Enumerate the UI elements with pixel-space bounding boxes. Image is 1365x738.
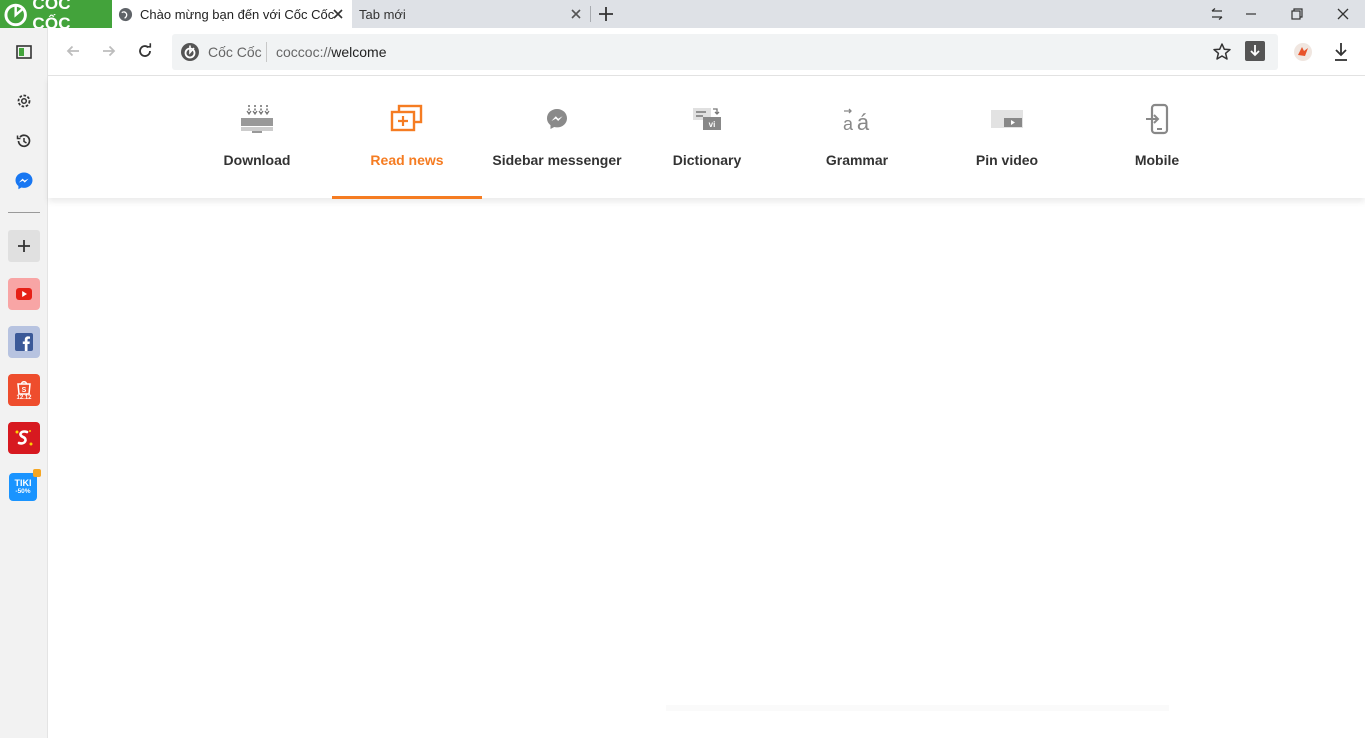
- feature-tab-sidebar-messenger[interactable]: Sidebar messenger: [482, 76, 632, 198]
- facebook-app-button[interactable]: [8, 326, 40, 358]
- sidebar-divider: [8, 212, 40, 213]
- svg-text:a: a: [843, 114, 854, 133]
- feature-tab-grammar[interactable]: a á Grammar: [782, 76, 932, 198]
- close-tab-icon[interactable]: [568, 6, 584, 22]
- shopee-badge: 12.12: [16, 394, 32, 401]
- settings-button[interactable]: [8, 85, 40, 117]
- svg-text:vi: vi: [709, 120, 716, 129]
- tab-welcome[interactable]: Chào mừng bạn đến với Cốc Cốc: [112, 0, 352, 28]
- read-news-icon: [389, 102, 425, 136]
- add-app-button[interactable]: [8, 230, 40, 262]
- browser-toolbar: Cốc Cốc coccoc://welcome: [48, 28, 1365, 76]
- tiki-label: TIKI: [14, 477, 32, 488]
- save-page-button[interactable]: [1245, 41, 1265, 61]
- gift-icon: [33, 469, 41, 477]
- downloads-icon[interactable]: [1331, 41, 1351, 63]
- feature-tab-download[interactable]: Download: [182, 76, 332, 198]
- tiki-badge: -50%: [15, 487, 31, 495]
- reload-icon: [139, 43, 152, 57]
- messenger-icon: [539, 102, 575, 136]
- globe-icon: [118, 7, 133, 21]
- feature-tab-dictionary[interactable]: vi Dictionary: [632, 76, 782, 198]
- url-text: coccoc://welcome: [276, 44, 387, 60]
- tab-separator: [590, 6, 591, 22]
- dictionary-icon: vi: [689, 102, 725, 136]
- pin-video-icon: [989, 102, 1025, 136]
- tab-title: Chào mừng bạn đến với Cốc Cốc: [140, 6, 335, 22]
- history-icon: [16, 134, 31, 148]
- close-window-button[interactable]: [1320, 0, 1365, 28]
- youtube-app-button[interactable]: [8, 278, 40, 310]
- feature-tab-pin-video[interactable]: Pin video: [932, 76, 1082, 198]
- url-path: welcome: [331, 44, 387, 60]
- messenger-icon: [15, 172, 33, 190]
- panel-icon: [16, 45, 32, 59]
- coccoc-logo-icon: [4, 3, 27, 27]
- feature-label: Download: [223, 152, 291, 168]
- grammar-icon: a á: [839, 102, 875, 136]
- shopee-app-button[interactable]: S 12.12: [8, 374, 40, 406]
- content-placeholder: [666, 705, 1169, 711]
- add-icon: [18, 240, 30, 252]
- svg-text:S: S: [22, 387, 27, 394]
- minimize-icon: [1246, 13, 1256, 15]
- close-tab-icon[interactable]: [330, 6, 346, 22]
- browser-logo[interactable]: CỐC CỐC: [0, 0, 112, 33]
- back-button[interactable]: [62, 40, 84, 62]
- close-icon: [1337, 8, 1349, 20]
- omnibox-separator: [266, 42, 267, 62]
- reload-button[interactable]: [134, 40, 156, 62]
- swap-icon: [1211, 8, 1223, 20]
- feature-label: Read news: [370, 152, 444, 168]
- feature-label: Sidebar messenger: [492, 152, 622, 168]
- facebook-icon: [15, 333, 33, 351]
- feature-label: Mobile: [1134, 152, 1180, 168]
- tiki-app-button[interactable]: TIKI -50%: [8, 469, 41, 502]
- lazada-app-button[interactable]: [8, 422, 40, 454]
- title-bar: CỐC CỐC Chào mừng bạn đến với Cốc Cốc Ta…: [0, 0, 1365, 33]
- arrow-left-icon: [66, 45, 79, 57]
- feature-label: Dictionary: [672, 152, 742, 168]
- bookmark-star-icon[interactable]: [1212, 42, 1232, 62]
- forward-button[interactable]: [98, 40, 120, 62]
- left-sidebar: S 12.12 TIKI -50%: [0, 28, 48, 738]
- feature-tab-read-news[interactable]: Read news: [332, 76, 482, 199]
- history-button[interactable]: [8, 125, 40, 157]
- youtube-icon: [16, 288, 32, 300]
- minimize-button[interactable]: [1228, 0, 1274, 28]
- download-arrow-icon: [1250, 45, 1260, 57]
- feature-nav: Download Read news Sidebar messenger vi …: [48, 76, 1365, 199]
- svg-text:á: á: [857, 110, 870, 133]
- arrow-right-icon: [103, 45, 116, 57]
- mobile-icon: [1139, 102, 1175, 136]
- messenger-button[interactable]: [8, 165, 40, 197]
- sidebar-panel-button[interactable]: [8, 36, 40, 68]
- restore-icon: [1291, 8, 1303, 20]
- extension-icon[interactable]: [1293, 42, 1313, 62]
- feature-tab-mobile[interactable]: Mobile: [1082, 76, 1232, 198]
- restore-button[interactable]: [1274, 0, 1320, 28]
- download-icon: [239, 102, 275, 136]
- feature-label: Grammar: [825, 152, 889, 168]
- lazada-icon: [15, 430, 33, 446]
- tab-title: Tab mới: [359, 6, 406, 22]
- address-bar[interactable]: Cốc Cốc coccoc://welcome: [172, 34, 1278, 70]
- coccoc-icon: [181, 43, 199, 61]
- new-tab-icon[interactable]: [597, 5, 615, 23]
- tab-new[interactable]: Tab mới: [352, 0, 590, 28]
- shopee-bag-icon: S: [17, 380, 31, 395]
- omnibox-brand: Cốc Cốc: [208, 44, 262, 60]
- url-scheme: coccoc://: [276, 44, 332, 60]
- feature-label: Pin video: [975, 152, 1039, 168]
- gear-icon: [17, 94, 31, 108]
